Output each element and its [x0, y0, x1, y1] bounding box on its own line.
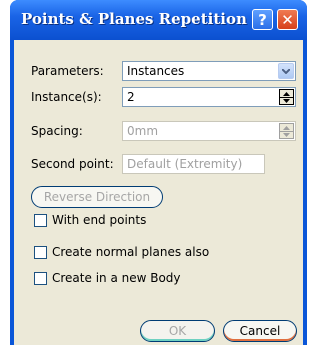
create-new-body-option[interactable]: Create in a new Body: [34, 271, 181, 285]
instances-value: 2: [127, 90, 135, 104]
second-point-label: Second point:: [31, 157, 114, 171]
with-end-points-option[interactable]: With end points: [34, 213, 146, 227]
instances-label: Instance(s):: [31, 90, 102, 104]
help-button[interactable]: ?: [252, 9, 273, 30]
with-end-points-checkbox[interactable]: [34, 213, 47, 227]
spin-down-icon[interactable]: [280, 131, 293, 138]
spin-down-icon[interactable]: [280, 97, 293, 104]
ok-button[interactable]: OK: [140, 320, 215, 342]
second-point-value: Default (Extremity): [127, 157, 243, 171]
title-bar[interactable]: Points & Planes Repetition ? ✕: [10, 0, 307, 40]
dropdown-arrow-button[interactable]: [278, 63, 294, 79]
second-point-field[interactable]: Default (Extremity): [122, 154, 265, 174]
create-normal-planes-label: Create normal planes also: [52, 245, 210, 259]
instances-spinner[interactable]: [279, 89, 294, 105]
parameters-label: Parameters:: [31, 64, 104, 78]
parameters-dropdown[interactable]: Instances: [122, 61, 296, 81]
dialog-body: Parameters: Instances Instance(s): 2 Spa…: [14, 40, 303, 345]
spacing-label: Spacing:: [31, 124, 83, 138]
create-new-body-label: Create in a new Body: [52, 271, 181, 285]
dialog-window: Points & Planes Repetition ? ✕ Parameter…: [10, 0, 307, 345]
reverse-direction-button[interactable]: Reverse Direction: [31, 186, 163, 208]
parameters-value: Instances: [127, 64, 185, 78]
cancel-button[interactable]: Cancel: [223, 320, 297, 342]
create-normal-planes-option[interactable]: Create normal planes also: [34, 245, 209, 259]
with-end-points-label: With end points: [52, 213, 147, 227]
instances-field[interactable]: 2: [122, 87, 296, 107]
spacing-value: 0mm: [127, 124, 159, 138]
dialog-title: Points & Planes Repetition: [21, 10, 247, 28]
create-new-body-checkbox[interactable]: [34, 271, 47, 285]
close-button[interactable]: ✕: [277, 9, 298, 30]
close-icon: ✕: [281, 10, 294, 29]
spacing-field[interactable]: 0mm: [122, 121, 296, 141]
spacing-spinner[interactable]: [279, 123, 294, 139]
help-icon: ?: [258, 10, 267, 29]
chevron-down-icon: [282, 68, 290, 74]
create-normal-planes-checkbox[interactable]: [34, 245, 47, 259]
